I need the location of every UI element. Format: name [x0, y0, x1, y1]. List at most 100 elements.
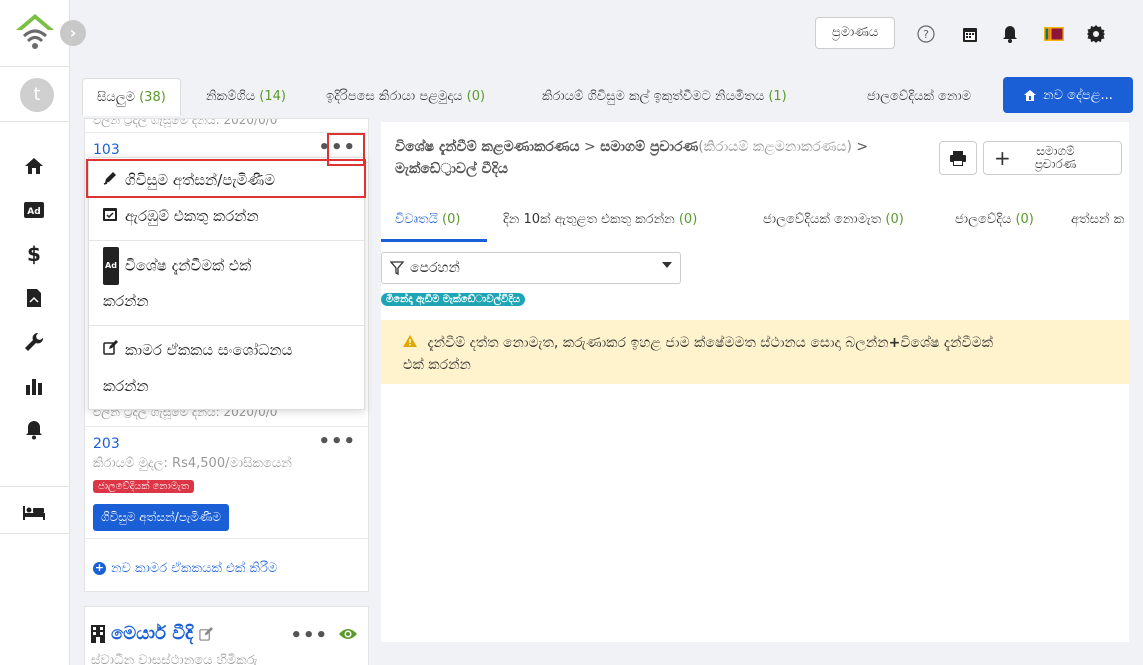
filter-tag[interactable]: මිනේද්‍රු ඇඩීම මැක්ඩේාවල්වීදිය: [381, 293, 525, 306]
warning-link[interactable]: විශේෂ දැන්වීමක්: [900, 335, 993, 351]
add-unit-link[interactable]: + නව කාමර ඒකකයක් එක් කිරීම: [93, 561, 277, 576]
unit-rent: කිරායම් මුදල: Rs4,500/මාසිකයෙන්: [93, 456, 292, 471]
breadcrumb-current: මැක්ඩේ්‍රාවල් වීදිය: [395, 161, 508, 177]
subtab-label: අත්සන් ක: [1071, 212, 1125, 227]
menu-item-label: ඇරඹුම් එකතු කරන්න: [125, 207, 259, 225]
breadcrumb-item-light: (කිරායම් කළමනාකරණය): [698, 139, 852, 155]
menu-divider: [89, 240, 364, 241]
menu-item-add-ad-cont[interactable]: කරන්න: [89, 283, 364, 319]
printer-icon: [950, 150, 966, 166]
calendar-check-icon: [103, 199, 121, 235]
menu-divider: [89, 325, 364, 326]
contract-icon[interactable]: [22, 286, 46, 310]
subtab-count: (0): [442, 212, 461, 227]
tab-upcoming-rent[interactable]: ඉදිරිපසෙ කිරායා පළමුදාය (0): [326, 78, 485, 116]
add-unit-label: නව කාමර ඒකකයක් එක් කිරීම: [111, 561, 278, 576]
tab-count: (1): [768, 89, 787, 104]
menu-item-edit-unit[interactable]: කාමර ඒකකය සංශෝධනය: [89, 332, 364, 369]
tab-count: (14): [259, 89, 286, 104]
chart-icon[interactable]: [22, 374, 46, 398]
tab-label: සියලුම: [97, 90, 135, 105]
wrench-icon[interactable]: [22, 330, 46, 354]
calendar-icon[interactable]: [960, 24, 980, 44]
unit-number[interactable]: 203: [93, 436, 120, 452]
edit-icon[interactable]: [199, 626, 214, 641]
building-icon: [91, 624, 105, 643]
property-card: මෙයාර් වීදි ••• ස්වාධීන වාසස්ථානයෙ හිමික…: [84, 606, 369, 665]
filter-label: පෙරහන්: [410, 260, 460, 276]
breadcrumb-separator: >: [851, 139, 869, 155]
dollar-icon[interactable]: $: [22, 242, 46, 266]
add-circle-icon: +: [93, 561, 106, 575]
home-icon[interactable]: [22, 154, 46, 178]
ad-icon[interactable]: Ad: [22, 198, 46, 222]
svg-text:Ad: Ad: [27, 207, 40, 217]
property-name[interactable]: මෙයාර් වීදි: [111, 623, 193, 644]
tab-count: (0): [466, 89, 486, 104]
subtab-collect-10-days[interactable]: දින 10ක් ඇතුළත එකතු කරන්න (0): [503, 212, 697, 227]
tab-no-network[interactable]: ජාලවේදියක් නොම: [867, 78, 992, 116]
subtab-open[interactable]: විවෘතයි (0): [395, 212, 460, 227]
warning-link[interactable]: එක් කරන්න: [403, 357, 471, 373]
sign-contract-button[interactable]: ගිවිසුම අත්සන්/පැමිණීම: [93, 504, 230, 531]
tab-all[interactable]: සියලුම (38): [82, 78, 181, 116]
add-campaign-button[interactable]: + සමාගම් ප්‍රචාරණ: [983, 141, 1122, 175]
notification-bell-icon[interactable]: [1000, 24, 1020, 44]
status-tabs: සියලුම (38) නිකම්ගිය (14) ඉදිරිපසෙ කිරාය…: [70, 74, 1143, 118]
new-property-button[interactable]: නව දේපළ...: [1003, 77, 1133, 113]
tab-count: (38): [139, 90, 166, 105]
unit-card-203: 203 ••• කිරායම් මුදල: Rs4,500/මාසිකයෙන් …: [85, 427, 368, 539]
breadcrumb-item[interactable]: සමාගම් ප්‍රචාරණ: [600, 139, 698, 155]
new-property-label: නව දේපළ...: [1043, 87, 1113, 103]
home-plus-icon: [1024, 89, 1037, 101]
subtab-signed[interactable]: අත්සන් ක: [1071, 212, 1129, 227]
eye-icon[interactable]: [338, 627, 358, 645]
unit-menu-button[interactable]: •••: [318, 431, 356, 452]
chevron-down-icon: [662, 262, 672, 268]
property-menu-button[interactable]: •••: [290, 625, 328, 646]
help-icon[interactable]: ?: [916, 24, 936, 44]
svg-text:?: ?: [923, 28, 929, 41]
subtab-no-network[interactable]: ජාලවේදියක් නොමැත (0): [763, 212, 904, 227]
menu-item-collect-deposit[interactable]: ඇරඹුම් එකතු කරන්න: [89, 198, 364, 235]
filter-select[interactable]: පෙරහන්: [381, 252, 681, 284]
status-badge: ජාලවේදියක් නොමැත: [93, 480, 194, 493]
menu-item-label: විශේෂ දැන්වීමක් එක්: [124, 256, 252, 275]
subtab-label: විවෘතයි: [395, 212, 438, 227]
sri-lanka-flag-icon[interactable]: [1044, 24, 1064, 44]
auth-button[interactable]: ප්‍රමාණය: [815, 17, 895, 49]
menu-item-add-ad[interactable]: Ad විශේෂ දැන්වීමක් එක්: [89, 247, 364, 285]
subtab-label: ජාලවේදියක් නොමැත: [763, 212, 882, 227]
tab-contract-expiring[interactable]: කිරායම් ගිවිසුම කල් ඉකුත්වීමට නියමිතය (1…: [542, 78, 787, 116]
add-campaign-label: සමාගම් ප්‍රචාරණ: [1035, 145, 1076, 171]
breadcrumb-item[interactable]: විශේෂ දැන්වීම් කළමණාකරණය: [395, 139, 580, 155]
menu-item-label: කාමර ඒකකය සංශෝධනය: [125, 341, 293, 359]
subtab-label: ජාලවේදිය: [955, 212, 1012, 227]
menu-item-label: කරන්න: [103, 377, 149, 395]
left-sidebar: t Ad $: [0, 0, 70, 665]
breadcrumb: විශේෂ දැන්වීම් කළමණාකරණය > සමාගම් ප්‍රචා…: [395, 136, 875, 180]
avatar[interactable]: t: [20, 78, 54, 112]
unit-number[interactable]: 103: [93, 142, 120, 158]
menu-item-edit-unit-cont[interactable]: කරන්න: [89, 368, 364, 404]
unit-partial-text: ඵලින ට්‍රිදල ගැසූමේ දිනය: 2020/0/0: [93, 118, 278, 127]
add-campaign-label-line: ප්‍රචාරණ: [1034, 157, 1077, 171]
bed-icon[interactable]: [22, 500, 46, 524]
logo-icon[interactable]: [14, 12, 56, 52]
tab-vacant[interactable]: නිකම්ගිය (14): [206, 78, 286, 116]
tab-label: කිරායම් ගිවිසුම කල් ඉකුත්වීමට නියමිතය: [542, 89, 765, 104]
edit-icon: [103, 333, 121, 369]
warning-text: දැන්වීම් දත්ත නොමැත, කරුණාකර ඉහළ ජාම ක්ෂ…: [427, 335, 889, 351]
sidebar-divider: [0, 66, 70, 67]
chevron-right-icon[interactable]: ›: [60, 20, 86, 46]
print-button[interactable]: [939, 141, 977, 175]
warning-icon: [403, 335, 421, 351]
sidebar-divider: [0, 121, 70, 122]
ad-status-tabs: විවෘතයි (0) දින 10ක් ඇතුළත එකතු කරන්න (0…: [381, 204, 1129, 242]
subtab-network[interactable]: ජාලවේදිය (0): [955, 212, 1034, 227]
settings-gear-icon[interactable]: [1086, 24, 1106, 44]
highlight-box: [86, 159, 366, 198]
subtab-count: (0): [885, 212, 904, 227]
bell-icon[interactable]: [22, 418, 46, 442]
subtab-count: (0): [678, 212, 698, 227]
